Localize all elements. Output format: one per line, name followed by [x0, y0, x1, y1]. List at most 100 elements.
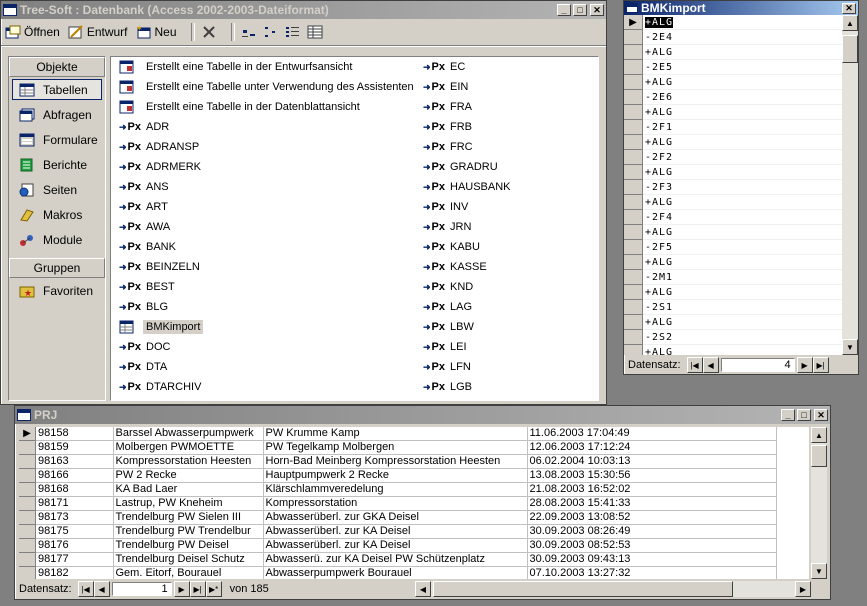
table-row[interactable]: 98166 PW 2 Recke Hauptpumpwerk 2 Recke 13.0… — [36, 468, 777, 483]
table-cell[interactable]: 98166 — [36, 468, 114, 483]
record-selector[interactable] — [624, 345, 642, 355]
cell-value[interactable]: +ALG — [645, 227, 673, 238]
object-list-item[interactable]: ➜ Px FRC — [419, 137, 514, 157]
table-cell[interactable]: 98176 — [36, 538, 114, 553]
next-record-button[interactable]: ▶ — [796, 357, 813, 373]
object-tables[interactable]: Tabellen — [12, 79, 102, 100]
object-list-item[interactable]: ➜ Px DTA — [115, 357, 417, 377]
object-list-item[interactable]: ➜ Px BANK — [115, 237, 417, 257]
cell-value[interactable]: +ALG — [645, 317, 673, 328]
table-row[interactable]: 98158 Barssel Abwasserpumpwerk PW Krumme K… — [36, 427, 777, 441]
table-row[interactable]: -2F2 — [643, 150, 842, 165]
object-list-item[interactable]: ➜ Px DOC — [115, 337, 417, 357]
open-button[interactable]: Öffnen — [5, 25, 60, 39]
record-selector[interactable] — [624, 105, 642, 120]
object-list-item[interactable]: ➜ Px LGB — [419, 377, 514, 397]
table-row[interactable]: +ALG — [643, 345, 842, 356]
table-cell[interactable]: Hauptpumpwerk 2 Recke — [263, 468, 528, 483]
object-list-item[interactable]: ➜ Px LBW — [419, 317, 514, 337]
table-cell[interactable]: 28.08.2003 15:41:33 — [527, 496, 777, 511]
cell-value[interactable]: +ALG — [645, 167, 673, 178]
table-row[interactable]: +ALG — [643, 285, 842, 300]
delete-icon[interactable] — [201, 25, 217, 39]
current-record-indicator[interactable]: ▶ — [624, 15, 642, 30]
cell-value[interactable]: -2E6 — [645, 92, 673, 103]
table-cell[interactable]: Abwasserü. zur KA Deisel PW Schützenplat… — [263, 552, 528, 567]
previous-record-button[interactable]: ◀ — [93, 581, 110, 597]
cell-value[interactable]: +ALG — [645, 107, 673, 118]
scroll-right-button[interactable]: ▶ — [795, 581, 811, 597]
table-cell[interactable]: 98158 — [36, 427, 114, 441]
table-cell[interactable]: 98173 — [36, 510, 114, 525]
record-selector[interactable] — [624, 150, 642, 165]
current-record-indicator[interactable]: ▶ — [19, 427, 35, 441]
table-row[interactable]: +ALG — [643, 315, 842, 330]
table-cell[interactable]: Abwasserüberl. zur GKA Deisel — [263, 510, 528, 525]
table-row[interactable]: +ALG — [643, 165, 842, 180]
first-record-button[interactable]: |◀ — [77, 581, 94, 597]
scroll-down-button[interactable]: ▼ — [842, 339, 858, 355]
close-button[interactable]: ✕ — [814, 409, 828, 421]
record-selector[interactable] — [624, 315, 642, 330]
last-record-button[interactable]: ▶| — [812, 357, 829, 373]
maximize-button[interactable]: □ — [797, 409, 811, 421]
list-view-icon[interactable] — [285, 25, 301, 39]
record-selector[interactable] — [624, 255, 642, 270]
table-row[interactable]: -2S1 — [643, 300, 842, 315]
cell-value[interactable]: +ALG — [645, 287, 673, 298]
record-selector[interactable] — [624, 135, 642, 150]
database-titlebar[interactable]: Tree-Soft : Datenbank (Access 2002-2003-… — [1, 1, 606, 19]
object-list-item[interactable]: ➜ Px BEINZELN — [115, 257, 417, 277]
record-selector[interactable] — [624, 210, 642, 225]
object-pages[interactable]: Seiten — [9, 177, 105, 202]
table-row[interactable]: -2E6 — [643, 90, 842, 105]
record-selector[interactable] — [19, 525, 35, 539]
object-list-item[interactable]: Erstellt eine Tabelle in der Entwurfsans… — [115, 57, 417, 77]
scroll-up-button[interactable]: ▲ — [811, 427, 827, 443]
cell-value[interactable]: -2F3 — [645, 182, 673, 193]
object-list-item[interactable]: Erstellt eine Tabelle in der Datenblatta… — [115, 97, 417, 117]
object-list-item[interactable]: ➜ Px FRB — [419, 117, 514, 137]
prj-titlebar[interactable]: PRJ _ □ ✕ — [15, 406, 830, 424]
table-row[interactable]: 98173 Trendelburg PW Sielen III Abwasserüb… — [36, 510, 777, 525]
table-row[interactable]: -2E4 — [643, 30, 842, 45]
object-list-item[interactable]: ➜ Px DTARCHIV — [115, 377, 417, 397]
table-cell[interactable]: Abwasserüberl. zur KA Deisel — [263, 538, 528, 553]
table-cell[interactable]: Trendelburg PW Trendelbur — [113, 524, 264, 539]
small-icons-icon[interactable] — [263, 25, 279, 39]
record-selector[interactable] — [624, 120, 642, 135]
object-list-item[interactable]: ➜ Px HAUSBANK — [419, 177, 514, 197]
table-cell[interactable]: 98182 — [36, 566, 114, 579]
record-selector[interactable] — [19, 553, 35, 567]
table-cell[interactable]: 12.06.2003 17:12:24 — [527, 440, 777, 455]
record-selector[interactable] — [624, 45, 642, 60]
large-icons-icon[interactable] — [241, 25, 257, 39]
object-list-item[interactable]: ➜ Px BLG — [115, 297, 417, 317]
table-cell[interactable]: Abwasserüberl. zur KA Deisel — [263, 524, 528, 539]
record-selector[interactable] — [624, 240, 642, 255]
object-list-item[interactable]: ➜ Px INV — [419, 197, 514, 217]
table-row[interactable]: -2F1 — [643, 120, 842, 135]
record-number-input[interactable]: 4 — [720, 358, 795, 372]
object-list-item[interactable]: ➜ Px EIN — [419, 77, 514, 97]
table-cell[interactable]: PW Tegelkamp Molbergen — [263, 440, 528, 455]
object-list-item[interactable]: ➜ Px AWA — [115, 217, 417, 237]
table-cell[interactable]: 98175 — [36, 524, 114, 539]
table-cell[interactable]: 30.09.2003 09:43:13 — [527, 552, 777, 567]
table-cell[interactable]: Kompressorstation — [263, 496, 528, 511]
objects-header[interactable]: Objekte — [9, 57, 105, 77]
table-cell[interactable]: 22.09.2003 13:08:52 — [527, 510, 777, 525]
table-cell[interactable]: PW 2 Recke — [113, 468, 264, 483]
cell-value[interactable]: +ALG — [645, 16, 674, 28]
table-row[interactable]: 98163 Kompressorstation Heesten Horn-Bad M… — [36, 454, 777, 469]
object-list-item[interactable]: ➜ Px LFN — [419, 357, 514, 377]
last-record-button[interactable]: ▶| — [189, 581, 206, 597]
table-row[interactable]: +ALG — [643, 195, 842, 210]
object-list-item[interactable]: ➜ Px KABU — [419, 237, 514, 257]
scroll-up-button[interactable]: ▲ — [842, 15, 858, 31]
record-selector[interactable] — [19, 483, 35, 497]
record-selector[interactable] — [624, 225, 642, 240]
record-selector[interactable] — [624, 60, 642, 75]
details-view-icon[interactable] — [307, 25, 323, 39]
next-record-button[interactable]: ▶ — [173, 581, 190, 597]
